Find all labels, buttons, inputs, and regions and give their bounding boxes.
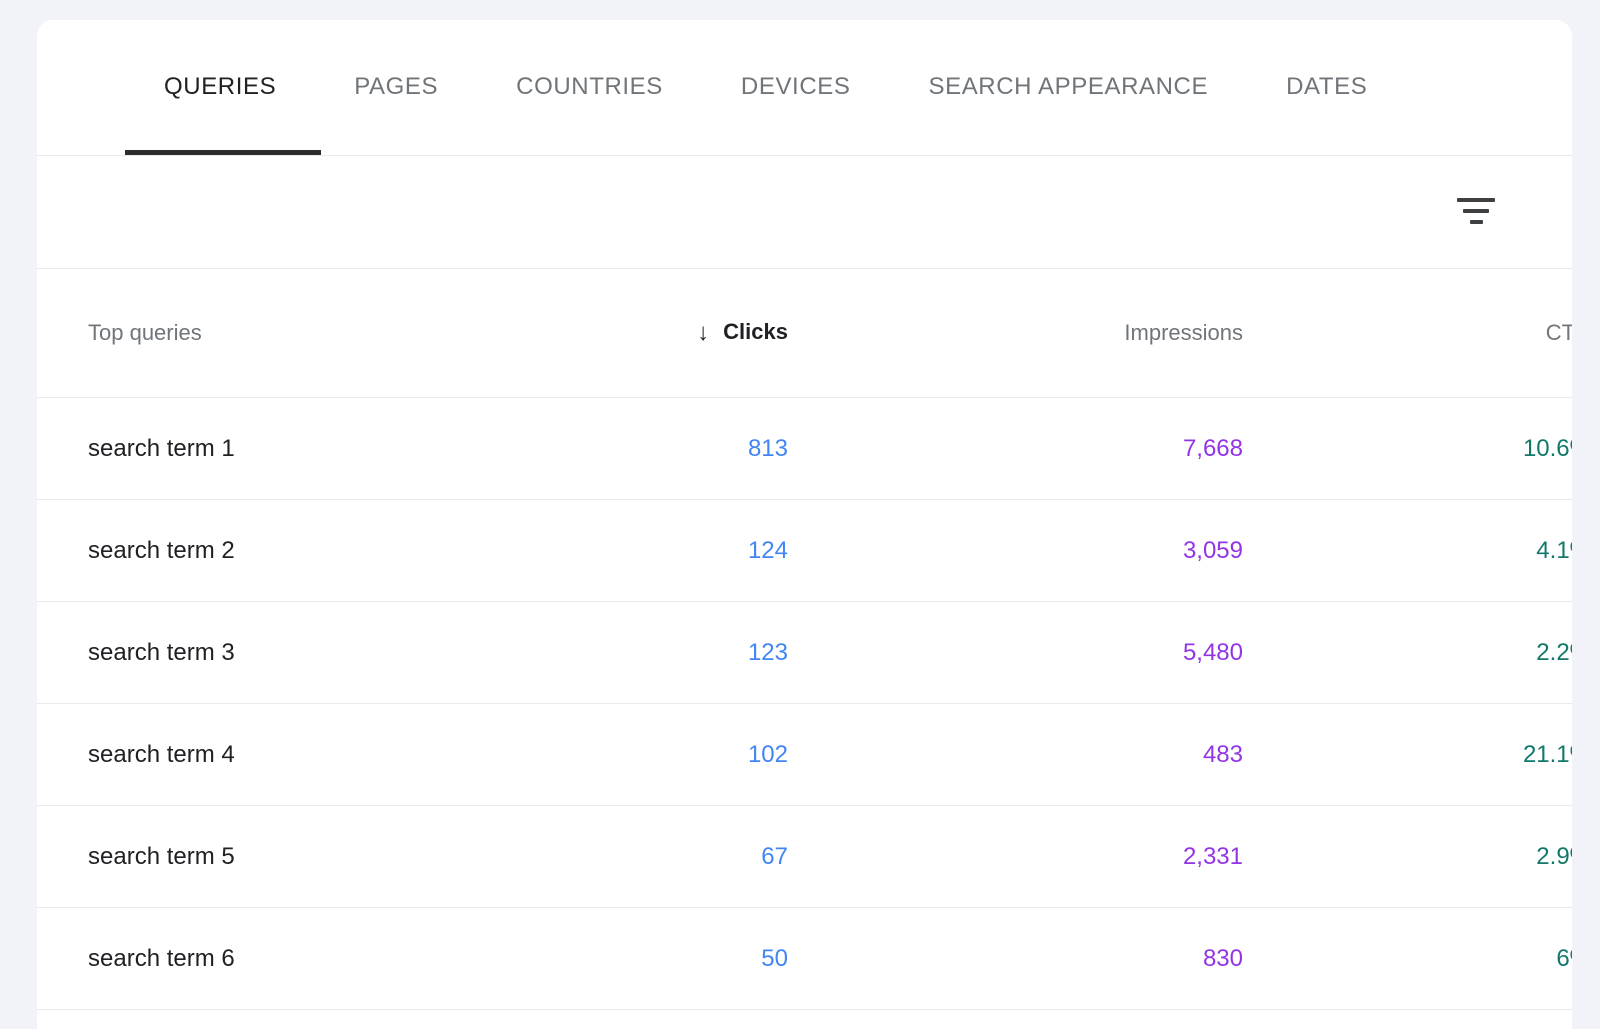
cell-query[interactable]: search term 1 bbox=[37, 398, 538, 500]
table-row[interactable]: search term 410248321.1%1.7 bbox=[37, 704, 1572, 806]
table-row[interactable]: search term 31235,4802.2%5.5 bbox=[37, 602, 1572, 704]
cell-ctr: 10.6% bbox=[1341, 398, 1572, 500]
active-tab-indicator bbox=[125, 150, 321, 155]
cell-impr: 5,480 bbox=[923, 602, 1341, 704]
cell-impr: 3,059 bbox=[923, 500, 1341, 602]
tab-search-appearance[interactable]: SEARCH APPEARANCE bbox=[889, 73, 1247, 101]
cell-clicks: 123 bbox=[538, 602, 923, 704]
filter-icon-bar-3 bbox=[1470, 220, 1483, 224]
tab-bar: QUERIESPAGESCOUNTRIESDEVICESSEARCH APPEA… bbox=[37, 20, 1572, 156]
cell-impr: 7,668 bbox=[923, 398, 1341, 500]
cell-query[interactable]: search term 4 bbox=[37, 704, 538, 806]
cell-query[interactable]: search term 2 bbox=[37, 500, 538, 602]
cell-ctr: 2.9% bbox=[1341, 806, 1572, 908]
cell-ctr: 6% bbox=[1341, 908, 1572, 1010]
cell-clicks: 813 bbox=[538, 398, 923, 500]
table-row[interactable]: search term 21243,0594.1%3.9 bbox=[37, 500, 1572, 602]
filter-toolbar bbox=[37, 156, 1572, 269]
cell-impr: 830 bbox=[923, 908, 1341, 1010]
cell-query[interactable]: search term 5 bbox=[37, 806, 538, 908]
search-performance-card: QUERIESPAGESCOUNTRIESDEVICESSEARCH APPEA… bbox=[37, 20, 1572, 1029]
filter-icon-bar-2 bbox=[1463, 209, 1489, 213]
column-header-clicks[interactable]: ↓ Clicks bbox=[538, 269, 923, 398]
cell-clicks: 67 bbox=[538, 806, 923, 908]
cell-clicks: 124 bbox=[538, 500, 923, 602]
cell-clicks: 102 bbox=[538, 704, 923, 806]
sort-descending-icon: ↓ bbox=[697, 319, 709, 347]
cell-impr: 483 bbox=[923, 704, 1341, 806]
cell-ctr: 2.2% bbox=[1341, 602, 1572, 704]
column-header-query[interactable]: Top queries bbox=[37, 269, 538, 398]
tab-pages[interactable]: PAGES bbox=[315, 73, 477, 101]
cell-impr: 2,331 bbox=[923, 806, 1341, 908]
column-header-label: Clicks bbox=[723, 319, 788, 344]
filter-icon[interactable] bbox=[1450, 185, 1502, 237]
performance-table: Top queries↓ClicksImpressionsCTRPosition… bbox=[37, 269, 1572, 1010]
tab-devices[interactable]: DEVICES bbox=[702, 73, 890, 101]
table-body: search term 18137,66810.6%5search term 2… bbox=[37, 398, 1572, 1010]
tab-list: QUERIESPAGESCOUNTRIESDEVICESSEARCH APPEA… bbox=[37, 20, 1572, 101]
column-header-impr[interactable]: Impressions bbox=[923, 269, 1341, 398]
cell-query[interactable]: search term 6 bbox=[37, 908, 538, 1010]
table-header: Top queries↓ClicksImpressionsCTRPosition bbox=[37, 269, 1572, 398]
cell-ctr: 4.1% bbox=[1341, 500, 1572, 602]
tab-dates[interactable]: DATES bbox=[1247, 73, 1406, 101]
cell-query[interactable]: search term 3 bbox=[37, 602, 538, 704]
filter-icon-bar-1 bbox=[1457, 198, 1495, 202]
tab-queries[interactable]: QUERIES bbox=[125, 73, 315, 101]
cell-clicks: 50 bbox=[538, 908, 923, 1010]
table-row[interactable]: search term 18137,66810.6%5 bbox=[37, 398, 1572, 500]
table-row[interactable]: search term 5672,3312.9%3.2 bbox=[37, 806, 1572, 908]
column-header-ctr[interactable]: CTR bbox=[1341, 269, 1572, 398]
cell-ctr: 21.1% bbox=[1341, 704, 1572, 806]
table-row[interactable]: search term 6508306%1.5 bbox=[37, 908, 1572, 1010]
table-header-row: Top queries↓ClicksImpressionsCTRPosition bbox=[37, 269, 1572, 398]
tab-countries[interactable]: COUNTRIES bbox=[477, 73, 702, 101]
